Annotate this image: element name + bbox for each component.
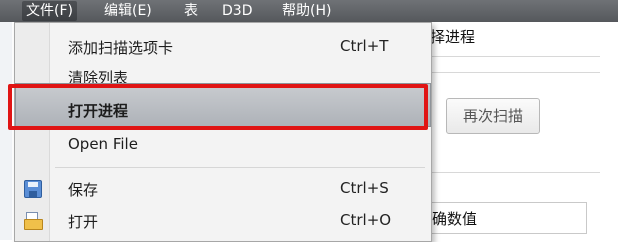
menu-help[interactable]: 帮助(H) <box>278 1 335 21</box>
menu-item-open[interactable]: 打开 Ctrl+O <box>15 205 431 237</box>
menu-file[interactable]: 文件(F) <box>22 1 77 21</box>
menu-item-label: Open File <box>68 135 138 153</box>
menu-d3d[interactable]: D3D <box>218 1 256 21</box>
annotation-highlight-frame <box>8 84 428 130</box>
file-menu-dropdown: 添加扫描选项卡 Ctrl+T 清除列表 打开进程 Open File 保存 Ct… <box>14 22 432 242</box>
select-process-label: 择进程 <box>430 28 476 46</box>
menu-item-shortcut: Ctrl+O <box>340 211 392 229</box>
divider <box>430 172 600 173</box>
divider <box>430 56 600 57</box>
window-left-edge <box>0 22 12 240</box>
rescan-button[interactable]: 再次扫描 <box>446 98 540 134</box>
menu-item-label: 保存 <box>68 181 99 199</box>
value-label: 确数值 <box>432 210 478 228</box>
menu-item-open-file[interactable]: Open File <box>15 129 431 161</box>
divider <box>430 72 600 73</box>
menu-item-save[interactable]: 保存 Ctrl+S <box>15 173 431 205</box>
menu-separator <box>55 167 425 168</box>
menu-bar: 文件(F) 编辑(E) 表 D3D 帮助(H) <box>0 0 618 22</box>
menu-table[interactable]: 表 <box>180 1 202 21</box>
menu-item-add-scan-tab[interactable]: 添加扫描选项卡 Ctrl+T <box>15 31 431 63</box>
save-icon <box>24 180 42 198</box>
menu-edit[interactable]: 编辑(E) <box>100 1 156 21</box>
menu-item-shortcut: Ctrl+T <box>340 37 389 55</box>
menu-item-label: 添加扫描选项卡 <box>68 39 174 57</box>
open-folder-icon <box>24 211 43 230</box>
menu-item-label: 打开 <box>68 213 99 231</box>
menu-item-shortcut: Ctrl+S <box>340 179 389 197</box>
